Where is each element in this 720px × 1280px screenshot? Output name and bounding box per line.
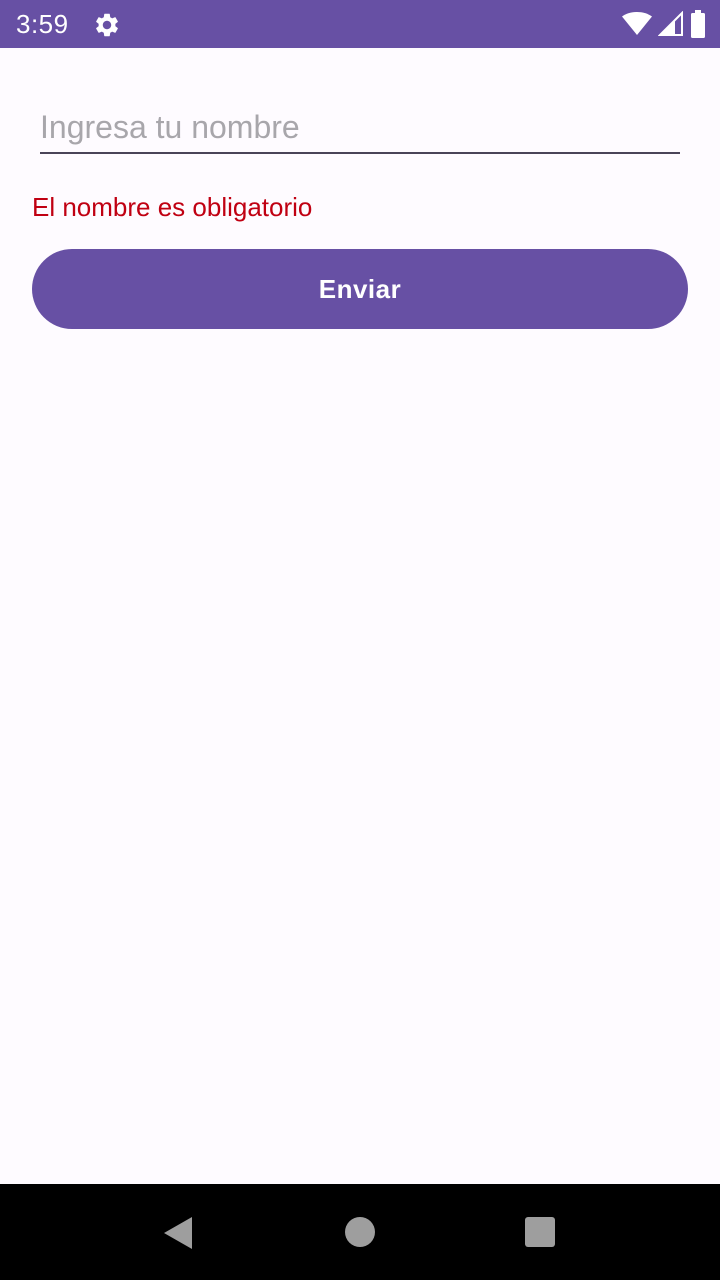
status-icons xyxy=(622,10,706,38)
form-screen: El nombre es obligatorio Enviar xyxy=(0,48,720,1184)
status-time: 3:59 xyxy=(16,9,69,39)
error-message: El nombre es obligatorio xyxy=(32,192,313,222)
name-input[interactable] xyxy=(40,103,680,154)
navigation-bar xyxy=(0,1184,720,1280)
cellular-signal-icon xyxy=(658,11,683,36)
gear-icon xyxy=(96,13,118,37)
wifi-icon xyxy=(622,12,652,35)
recents-icon[interactable] xyxy=(525,1217,555,1247)
status-bar: 3:59 xyxy=(0,0,720,48)
back-icon[interactable] xyxy=(162,1216,194,1250)
battery-icon xyxy=(691,10,705,38)
submit-button[interactable]: Enviar xyxy=(32,249,688,329)
home-icon[interactable] xyxy=(345,1217,375,1247)
